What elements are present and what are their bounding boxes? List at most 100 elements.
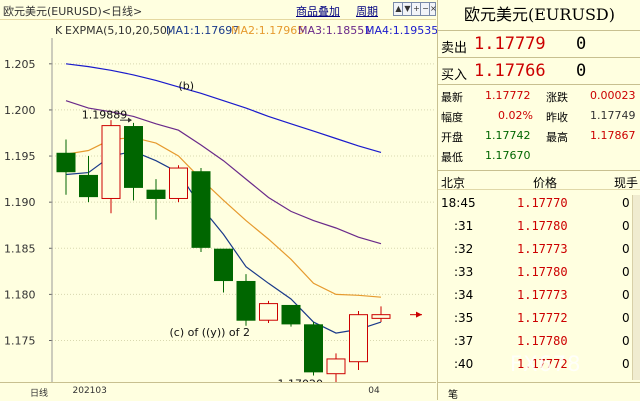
y-tick-label: 1.175 — [4, 334, 36, 347]
candle-up[interactable] — [169, 167, 188, 199]
latest-value: 1.17772 — [485, 89, 531, 102]
low-label: 最低 — [441, 151, 463, 164]
price-chart[interactable]: 1.205 1.200 1.195 1.190 1.185 1.180 1.175 (b) 1.… — [0, 38, 436, 390]
window-title: 欧元美元(EURUSD)<日线> — [3, 5, 143, 18]
legend-ma2: MA2:1.17965 — [231, 24, 305, 37]
candle-up[interactable] — [259, 303, 278, 321]
x-label-start: 202103 — [72, 386, 107, 396]
y-tick-label: 1.190 — [4, 196, 36, 209]
tick-hand: 0 — [622, 288, 630, 302]
period-label[interactable]: 日线 — [30, 386, 48, 399]
tick-price: 1.17773 — [517, 242, 568, 256]
y-tick-label: 1.180 — [4, 288, 36, 301]
candle-down[interactable] — [236, 280, 256, 321]
tick-price: 1.17772 — [517, 311, 568, 325]
candle-down[interactable] — [124, 126, 143, 188]
tick-hand: 0 — [622, 357, 630, 371]
tick-row: 18:45 1.17770 0 — [438, 191, 640, 214]
tick-hand: 0 — [622, 334, 630, 348]
stats-block: 最新 1.17772 涨跌 0.00023 幅度 0.02% 昨收 1.1774… — [438, 84, 640, 170]
tick-price: 1.17773 — [517, 288, 568, 302]
candle-down[interactable] — [191, 171, 211, 248]
low-value: 1.17670 — [485, 149, 531, 162]
candle-down[interactable] — [214, 248, 233, 282]
tick-row: :37 1.17780 0 — [438, 329, 640, 352]
chart-annotation: (b) — [179, 80, 195, 93]
change-label: 涨跌 — [546, 91, 568, 104]
legend-ma1: MA1:1.17697 — [166, 24, 240, 37]
close-icon[interactable]: × — [429, 2, 437, 16]
tick-col-hand: 现手 — [614, 176, 639, 190]
buy-row[interactable]: 买入 1.17766 0 — [438, 57, 640, 84]
legend-ma3: MA3:1.18551 — [298, 24, 372, 37]
sell-price: 1.17779 — [474, 34, 546, 54]
watermark-logo: FX678 — [510, 352, 582, 376]
tick-time: :31 — [454, 219, 474, 233]
tick-row: :31 1.17780 0 — [438, 214, 640, 237]
candle-down[interactable] — [146, 189, 166, 199]
chart-annotation: 1.19889 — [82, 108, 128, 121]
y-tick-label: 1.205 — [4, 58, 36, 71]
period-link[interactable]: 周期 — [356, 3, 378, 19]
tick-col-price: 价格 — [533, 176, 558, 190]
candle-down[interactable] — [281, 304, 301, 325]
tick-price: 1.17780 — [517, 334, 568, 348]
tick-price: 1.17780 — [517, 219, 568, 233]
tick-row: :34 1.17773 0 — [438, 283, 640, 306]
candlestick-chart-svg: 1.205 1.200 1.195 1.190 1.185 1.180 1.175 (b) 1.… — [0, 38, 436, 390]
chart-annotation: (c) of ((y)) of 2 — [170, 326, 251, 339]
chart-bottom-bar: 日线 202103 04 — [0, 382, 436, 400]
buy-lots: 0 — [576, 61, 587, 81]
overlay-link[interactable]: 商品叠加 — [296, 3, 340, 19]
y-tick-label: 1.200 — [4, 104, 36, 117]
ticks-header: 北京 价格 现手 — [438, 170, 640, 190]
legend-k: K — [55, 24, 63, 37]
tick-time: :33 — [454, 265, 474, 279]
tick-hand: 0 — [622, 196, 630, 210]
indicator-legend: K EXPMA(5,10,20,50) MA1:1.17697 MA2:1.17… — [0, 21, 439, 39]
sell-lots: 0 — [576, 34, 587, 54]
y-tick-label: 1.195 — [4, 150, 36, 163]
prev-value: 1.17749 — [590, 109, 636, 122]
tick-time: :34 — [454, 288, 474, 302]
tick-time: :40 — [454, 357, 474, 371]
sell-row[interactable]: 卖出 1.17779 0 — [438, 30, 640, 57]
tick-tab[interactable]: 笔 — [448, 386, 458, 401]
candle-up[interactable] — [326, 358, 346, 375]
tick-price: 1.17780 — [517, 265, 568, 279]
tick-row: :35 1.17772 0 — [438, 306, 640, 329]
candle-down[interactable] — [79, 174, 98, 198]
tick-hand: 0 — [622, 311, 630, 325]
x-label-month: 04 — [368, 386, 380, 396]
tick-scrollbar[interactable] — [632, 195, 640, 380]
tick-hand: 0 — [622, 242, 630, 256]
tick-row: :32 1.17773 0 — [438, 237, 640, 260]
amp-value: 0.02% — [498, 109, 533, 122]
candle-down[interactable] — [56, 152, 76, 173]
candle-up[interactable] — [371, 314, 391, 319]
latest-label: 最新 — [441, 91, 463, 104]
buy-label: 买入 — [441, 68, 468, 83]
window-titlebar: 欧元美元(EURUSD)<日线> 商品叠加 周期 ▲ ▼ + − × — [0, 0, 437, 20]
change-value: 0.00023 — [590, 89, 636, 102]
legend-expma: EXPMA(5,10,20,50) — [65, 24, 172, 37]
tick-row: :33 1.17780 0 — [438, 260, 640, 283]
y-tick-label: 1.185 — [4, 242, 36, 255]
tick-time: :35 — [454, 311, 474, 325]
ticks-footer: 笔 — [438, 382, 640, 401]
open-value: 1.17742 — [485, 129, 531, 142]
tick-time: :37 — [454, 334, 474, 348]
buy-price: 1.17766 — [474, 61, 546, 81]
candle-up[interactable] — [349, 314, 368, 363]
legend-ma4: MA4:1.19535 — [365, 24, 439, 37]
candle-down[interactable] — [304, 324, 323, 373]
quote-panel: 欧元美元(EURUSD) 卖出 1.17779 0 买入 1.17766 0 最… — [437, 0, 640, 401]
symbol-title: 欧元美元(EURUSD) — [464, 5, 615, 24]
sell-label: 卖出 — [441, 41, 468, 56]
tick-hand: 0 — [622, 219, 630, 233]
high-label: 最高 — [546, 131, 568, 144]
candle-up[interactable] — [101, 125, 121, 199]
tick-price: 1.17770 — [517, 196, 568, 210]
high-value: 1.17867 — [590, 129, 636, 142]
tick-hand: 0 — [622, 265, 630, 279]
